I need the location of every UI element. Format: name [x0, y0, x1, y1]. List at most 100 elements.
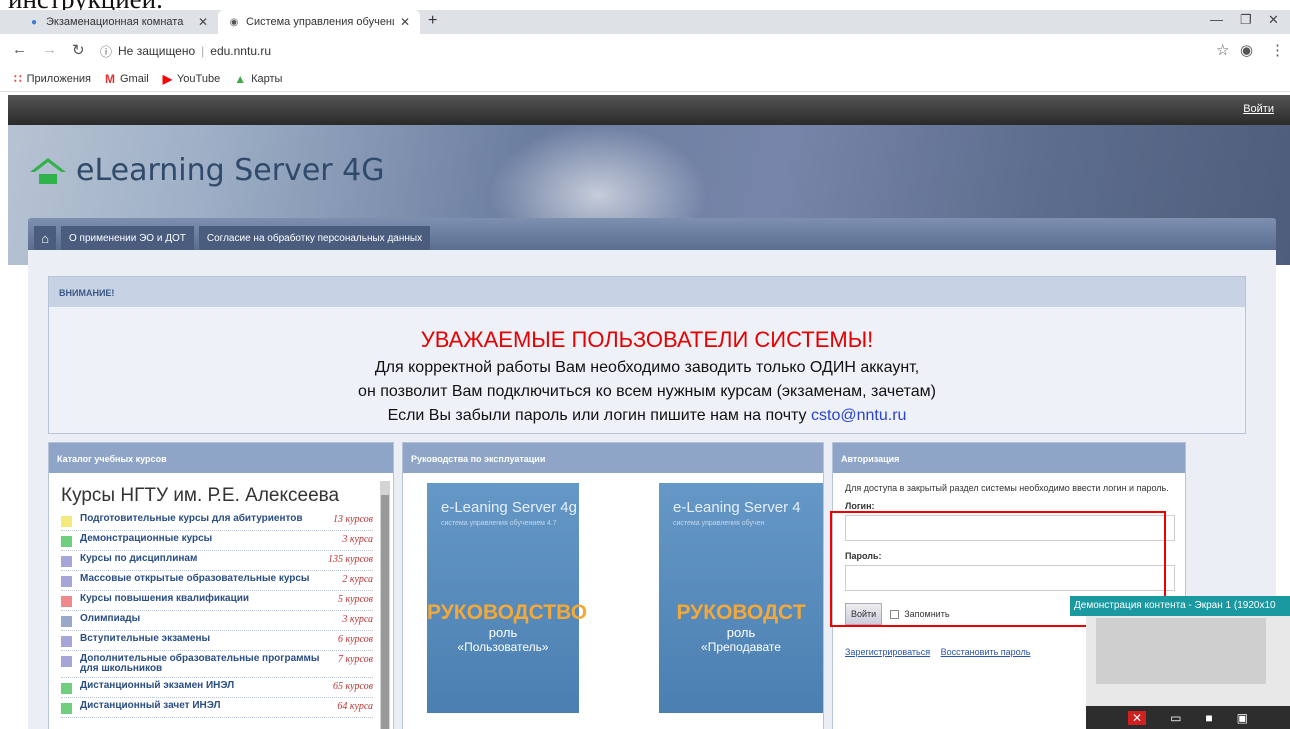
manual-who: «Пользователь»	[457, 640, 549, 654]
star-icon[interactable]: ☆	[1216, 41, 1229, 59]
globe-icon: ◉	[229, 16, 239, 28]
category-swatch	[61, 536, 72, 547]
gmail-icon: M	[105, 71, 115, 86]
category-swatch	[61, 703, 72, 714]
course-name[interactable]: Дополнительные образовательные программы…	[80, 654, 338, 674]
attention-box: ВНИМАНИЕ! УВАЖАЕМЫЕ ПОЛЬЗОВАТЕЛИ СИСТЕМЫ…	[48, 276, 1246, 434]
restore-password-link[interactable]: Восстановить пароль	[941, 647, 1031, 657]
course-count: 135 курсов	[327, 554, 373, 565]
register-link[interactable]: Зарегистрироваться	[845, 647, 930, 657]
category-swatch	[61, 516, 72, 527]
share-title[interactable]: Демонстрация контента - Экран 1 (1920x10	[1070, 596, 1290, 616]
site-logo[interactable]: eLearning Server 4G	[28, 153, 384, 188]
course-name[interactable]: Вступительные экзамены	[80, 634, 338, 644]
stop-share-icon[interactable]: ✕	[1128, 710, 1147, 725]
nav-item-about[interactable]: О применении ЭО и ДОТ	[61, 226, 194, 250]
security-label: Не защищено	[118, 44, 196, 58]
course-name[interactable]: Дистанционный зачет ИНЭЛ	[80, 701, 337, 711]
manual-user[interactable]: e-Leaning Server 4g система управления о…	[427, 483, 588, 713]
course-item[interactable]: Дополнительные образовательные программы…	[61, 651, 373, 678]
maximize-icon[interactable]: ❐	[1240, 12, 1252, 28]
bookmark-apps[interactable]: ∷ Приложения	[14, 72, 91, 86]
course-item[interactable]: Курсы повышения квалификации 5 курсов	[61, 591, 373, 611]
new-tab-icon[interactable]: +	[428, 12, 437, 30]
menu-icon[interactable]: ⋮	[1270, 41, 1285, 59]
manual-title: e-Leaning Server 4g	[441, 499, 577, 516]
course-item[interactable]: Демонстрационные курсы 3 курса	[61, 531, 373, 551]
presenter-icon[interactable]: ▣	[1237, 711, 1248, 725]
course-name[interactable]: Олимпиады	[80, 614, 342, 624]
close-window-icon[interactable]: ✕	[1268, 12, 1279, 28]
course-catalog-panel: Каталог учебных курсов Курсы НГТУ им. Р.…	[48, 442, 394, 729]
manual-subtitle: система управления обучением 4.7	[441, 520, 557, 527]
manual-teacher[interactable]: e-Leaning Server 4 система управления об…	[659, 483, 823, 713]
course-name[interactable]: Демонстрационные курсы	[80, 534, 342, 544]
category-swatch	[61, 596, 72, 607]
course-item[interactable]: Дистанционный зачет ИНЭЛ 64 курса	[61, 698, 373, 718]
course-item[interactable]: Подготовительные курсы для абитуриентов 1…	[61, 511, 373, 531]
tab-lms[interactable]: ◉ Система управления обучением ✕	[218, 10, 420, 34]
info-icon[interactable]: ⓘ	[100, 43, 112, 60]
category-swatch	[61, 576, 72, 587]
screen-icon[interactable]: ▭	[1170, 711, 1181, 725]
course-item[interactable]: Курсы по дисциплинам 135 курсов	[61, 551, 373, 571]
tab-bar: ● Экзаменационная комната ✕ ◉ Система уп…	[0, 10, 1290, 34]
course-item[interactable]: Олимпиады 3 курса	[61, 611, 373, 631]
catalog-scrollbar[interactable]	[380, 481, 390, 729]
camera-icon[interactable]: ■	[1205, 711, 1212, 725]
share-controls: ✕ ▭ ■ ▣	[1086, 706, 1290, 729]
course-name[interactable]: Дистанционный экзамен ИНЭЛ	[80, 681, 333, 691]
attention-header: ВНИМАНИЕ!	[49, 277, 1245, 307]
scroll-thumb[interactable]	[381, 495, 389, 729]
course-item[interactable]: Массовые открытые образовательные курсы 2…	[61, 571, 373, 591]
manuals-panel: Руководства по эксплуатации e-Leaning Se…	[402, 442, 824, 729]
course-count: 13 курсов	[332, 514, 373, 525]
top-strip: Войти	[8, 95, 1290, 125]
logo-title: eLearning Server 4G	[76, 153, 385, 188]
close-icon[interactable]: ✕	[198, 15, 208, 29]
bookmark-youtube[interactable]: ▶ YouTube	[163, 72, 220, 86]
course-count: 2 курса	[342, 574, 373, 585]
auth-description: Для доступа в закрытый раздел системы не…	[845, 483, 1169, 493]
course-count: 64 курса	[337, 701, 373, 712]
nav-item-consent[interactable]: Согласие на обработку персональных данны…	[198, 226, 431, 250]
address-bar[interactable]: ⓘ Не защищено | edu.nntu.ru	[100, 40, 1180, 62]
bookmark-gmail[interactable]: M Gmail	[105, 72, 149, 86]
manual-subtitle: система управления обучен	[673, 520, 765, 527]
tab-label: Экзаменационная комната	[46, 16, 184, 28]
catalog-subtitle: Курсы НГТУ им. Р.Е. Алексеева	[61, 485, 340, 506]
bookmark-label: Gmail	[120, 72, 149, 85]
close-icon[interactable]: ✕	[400, 15, 410, 29]
course-name[interactable]: Курсы по дисциплинам	[80, 554, 328, 564]
tab-exam-room[interactable]: ● Экзаменационная комната ✕	[18, 10, 218, 34]
reload-icon[interactable]: ↻	[72, 41, 85, 59]
course-name[interactable]: Подготовительные курсы для абитуриентов	[80, 514, 333, 524]
course-name[interactable]: Курсы повышения квалификации	[80, 594, 338, 604]
course-count: 7 курсов	[337, 654, 373, 665]
forward-icon[interactable]: →	[42, 41, 57, 58]
login-link[interactable]: Войти	[1243, 103, 1274, 115]
url-text[interactable]: edu.nntu.ru	[210, 44, 271, 58]
bookmark-maps[interactable]: ▲ Карты	[234, 72, 282, 86]
manual-title: e-Leaning Server 4	[673, 499, 801, 516]
separator: |	[201, 44, 205, 58]
course-item[interactable]: Дистанционный экзамен ИНЭЛ 65 курсов	[61, 678, 373, 698]
course-list: Подготовительные курсы для абитуриентов 1…	[49, 511, 393, 718]
manual-role: роль	[488, 625, 518, 640]
attention-line-3-text: Если Вы забыли пароль или логин пишите н…	[387, 407, 807, 424]
support-email[interactable]: csto@nntu.ru	[811, 407, 906, 424]
manual-who: «Преподавате	[701, 640, 781, 654]
tab-label: Система управления обучением	[246, 16, 394, 28]
course-item[interactable]: Вступительные экзамены 6 курсов	[61, 631, 373, 651]
auth-header: Авторизация	[833, 443, 1185, 473]
manual-heading: РУКОВОДСТВО	[427, 601, 588, 624]
home-icon[interactable]: ⌂	[34, 226, 56, 250]
category-swatch	[61, 556, 72, 567]
course-name[interactable]: Массовые открытые образовательные курсы	[80, 574, 342, 584]
house-icon	[30, 157, 66, 184]
course-count: 3 курса	[342, 534, 373, 545]
account-icon[interactable]: ◉	[1240, 41, 1253, 59]
course-count: 65 курсов	[332, 681, 373, 692]
back-icon[interactable]: ←	[12, 41, 27, 58]
minimize-icon[interactable]: —	[1210, 12, 1223, 27]
